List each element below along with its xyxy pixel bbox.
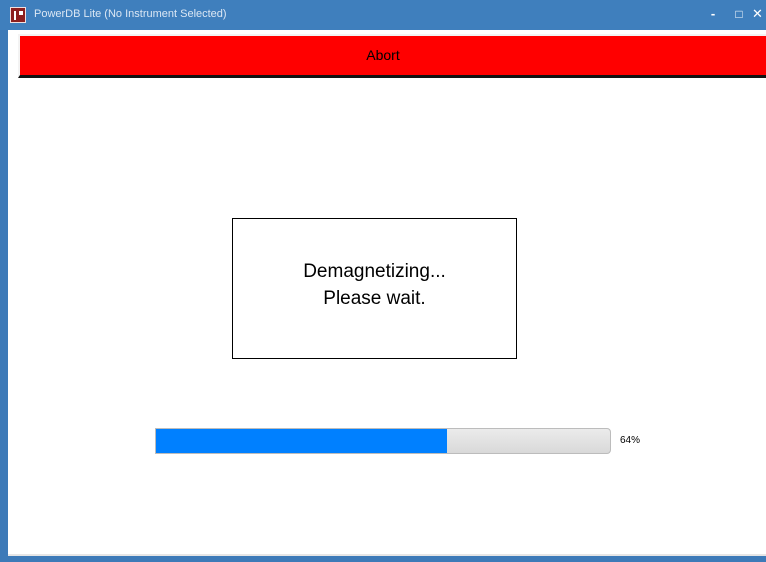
abort-button-label: Abort: [366, 47, 400, 63]
app-icon[interactable]: [10, 7, 26, 23]
progress-bar-fill: [156, 429, 447, 453]
client-bottom-edge: [8, 554, 766, 556]
progress-percent-label: 64%: [620, 435, 641, 446]
status-message-line1: Demagnetizing...: [303, 261, 446, 282]
progress-bar: [155, 428, 611, 454]
main-content: Abort Demagnetizing... Please wait. 64%: [8, 30, 766, 556]
maximize-button[interactable]: □: [729, 4, 749, 24]
window-title: PowerDB Lite (No Instrument Selected): [34, 8, 227, 20]
app-window: PowerDB Lite (No Instrument Selected) - …: [0, 0, 766, 562]
close-button[interactable]: ✕: [752, 4, 766, 24]
title-bar[interactable]: PowerDB Lite (No Instrument Selected) - …: [0, 0, 766, 30]
minimize-button[interactable]: -: [703, 4, 723, 24]
status-message-line2: Please wait.: [323, 288, 426, 309]
abort-button[interactable]: Abort: [18, 34, 766, 78]
status-message-box: Demagnetizing... Please wait.: [232, 218, 517, 359]
